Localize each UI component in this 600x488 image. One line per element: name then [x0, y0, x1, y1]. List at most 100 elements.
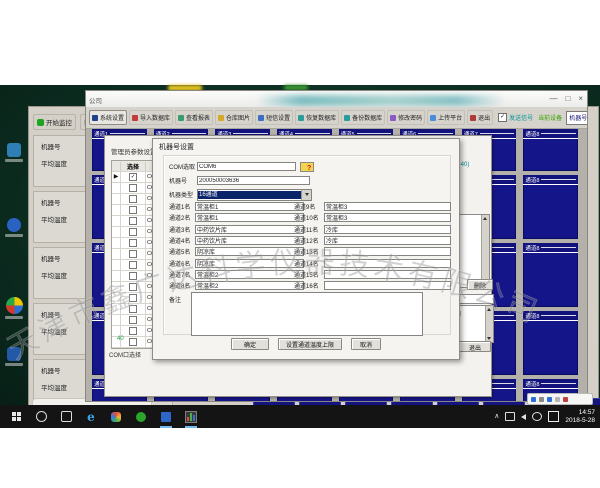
ime-icon[interactable] — [563, 397, 568, 402]
channel-name-input-5[interactable] — [195, 247, 304, 256]
row-checkbox[interactable] — [129, 206, 137, 214]
avg-temp-label: 平均温度 — [41, 214, 67, 224]
channel-name-input-12[interactable] — [324, 236, 451, 245]
channel-panel-label: 通道8 — [525, 312, 539, 320]
toolbar-button-2[interactable]: 导入数据库 — [129, 110, 173, 125]
channel-name-input-1[interactable] — [195, 202, 304, 211]
toolbar-button-icon — [298, 115, 304, 121]
toolbar-button-9[interactable]: 上传平台 — [427, 110, 465, 125]
task-view-icon[interactable] — [59, 409, 73, 425]
delete-button[interactable]: 删除 — [467, 279, 493, 290]
speaker-icon[interactable] — [521, 414, 526, 420]
channel-name-input-13[interactable] — [324, 247, 451, 256]
row-checkbox[interactable] — [129, 195, 137, 203]
listbox-scrollbar[interactable] — [481, 215, 489, 287]
send-signal-checkbox[interactable]: ✓ 发送信号 — [498, 113, 533, 122]
row-checkbox[interactable]: ✓ — [129, 173, 137, 181]
row-checkbox[interactable] — [129, 272, 137, 280]
taskbar-clock[interactable]: 14:57 2018-5-28 — [565, 409, 595, 425]
channel-name-input-3[interactable] — [195, 225, 304, 234]
main-title-bar: 公司 — □ × — [86, 91, 587, 108]
channel-name-input-8[interactable] — [195, 281, 304, 290]
channel-name-input-6[interactable] — [195, 259, 304, 268]
com-input[interactable] — [197, 162, 296, 171]
row-checkbox[interactable] — [129, 316, 137, 324]
toolbar-button-6[interactable]: 恢复数据库 — [295, 110, 339, 125]
close-icon[interactable]: × — [578, 93, 583, 104]
channel-panel-header: 通道8 — [523, 311, 578, 321]
toolbar-button-icon — [430, 115, 436, 121]
network-icon[interactable] — [532, 412, 542, 421]
row-checkbox[interactable] — [129, 338, 137, 346]
desktop-icon[interactable] — [3, 218, 25, 237]
device-combo[interactable]: 机器号 200050003636 16通道 — [566, 111, 588, 125]
channel-name-input-7[interactable] — [195, 270, 304, 279]
chevron-down-icon[interactable] — [301, 190, 311, 200]
row-checkbox[interactable] — [129, 305, 137, 313]
machine-label: 机器号 — [41, 197, 61, 207]
ime-icon[interactable] — [547, 397, 552, 402]
toolbar-button-label: 修改密码 — [398, 113, 422, 122]
ime-icon[interactable] — [531, 397, 536, 402]
toolbar-button-1[interactable]: 系统设置 — [89, 110, 127, 125]
ok-button[interactable]: 确定 — [231, 338, 269, 350]
row-checkbox[interactable] — [129, 217, 137, 225]
action-center-icon[interactable] — [548, 411, 559, 422]
row-checkbox[interactable] — [129, 239, 137, 247]
channel-names-right: 通道9名通道10名通道11名通道12名通道13名通道14名通道15名通道16名 — [294, 201, 451, 291]
ime-icon[interactable] — [539, 397, 544, 402]
desktop-icon[interactable] — [3, 143, 25, 162]
ime-icon[interactable] — [555, 397, 560, 402]
toolbar-button-10[interactable]: 退出 — [467, 110, 493, 125]
channel-name-input-15[interactable] — [324, 270, 451, 279]
start-monitor-button[interactable]: 开始监控 — [33, 114, 76, 130]
toolbar-button-3[interactable]: 查看报表 — [175, 110, 213, 125]
blue-app-icon[interactable] — [159, 409, 173, 425]
desktop-icon[interactable] — [3, 297, 25, 319]
maximize-icon[interactable]: □ — [565, 93, 570, 104]
display-icon[interactable] — [505, 412, 515, 421]
help-button[interactable]: ? — [300, 162, 314, 172]
row-checkbox[interactable] — [129, 250, 137, 258]
minimize-icon[interactable]: — — [549, 93, 557, 104]
channel-name-input-16[interactable] — [324, 281, 451, 290]
note-textarea[interactable] — [191, 292, 423, 336]
toolbar-button-8[interactable]: 修改密码 — [387, 110, 425, 125]
channel-name-input-14[interactable] — [324, 259, 451, 268]
ime-toolbar[interactable] — [527, 393, 593, 405]
row-checkbox[interactable] — [129, 283, 137, 291]
cancel-button[interactable]: 取消 — [351, 338, 381, 350]
toolbar-button-icon — [390, 115, 396, 121]
channel-name-input-11[interactable] — [324, 225, 451, 234]
listbox-scrollbar[interactable] — [485, 306, 493, 342]
admin-exit-button[interactable]: 退出 — [459, 341, 491, 352]
channel-panel: 通道8 — [523, 243, 578, 307]
row-checkbox[interactable] — [129, 184, 137, 192]
machine-type-combo[interactable]: 16通道 — [197, 189, 312, 201]
system-tray: ∧ 14:57 2018-5-28 — [494, 409, 595, 425]
tray-expand-icon[interactable]: ∧ — [494, 413, 499, 420]
taskbar: e ∧ 14:57 2018-5-28 — [0, 405, 600, 428]
toolbar-button-icon — [258, 115, 264, 121]
chart-app-icon[interactable] — [184, 409, 198, 425]
edge-icon[interactable]: e — [84, 409, 98, 425]
row-checkbox[interactable] — [129, 261, 137, 269]
machine-no-input[interactable] — [197, 176, 310, 185]
green-app-icon[interactable] — [134, 409, 148, 425]
toolbar-button-4[interactable]: 仓库图片 — [215, 110, 253, 125]
toolbar-button-7[interactable]: 备份数据库 — [341, 110, 385, 125]
desktop-icon[interactable] — [3, 347, 25, 366]
cortana-icon[interactable] — [34, 409, 48, 425]
channel-name-input-4[interactable] — [195, 236, 304, 245]
channel-name-input-9[interactable] — [324, 202, 451, 211]
toolbar-button-5[interactable]: 短信设置 — [255, 110, 293, 125]
row-checkbox[interactable] — [129, 294, 137, 302]
paint-app-icon[interactable] — [109, 409, 123, 425]
channel-name-input-10[interactable] — [324, 213, 451, 222]
channel-name-input-2[interactable] — [195, 213, 304, 222]
set-channel-limit-button[interactable]: 设置通道温度上限 — [278, 338, 342, 350]
toolbar-button-label: 导入数据库 — [140, 113, 170, 122]
start-button[interactable] — [9, 409, 23, 425]
row-checkbox[interactable] — [129, 327, 137, 335]
row-checkbox[interactable] — [129, 228, 137, 236]
